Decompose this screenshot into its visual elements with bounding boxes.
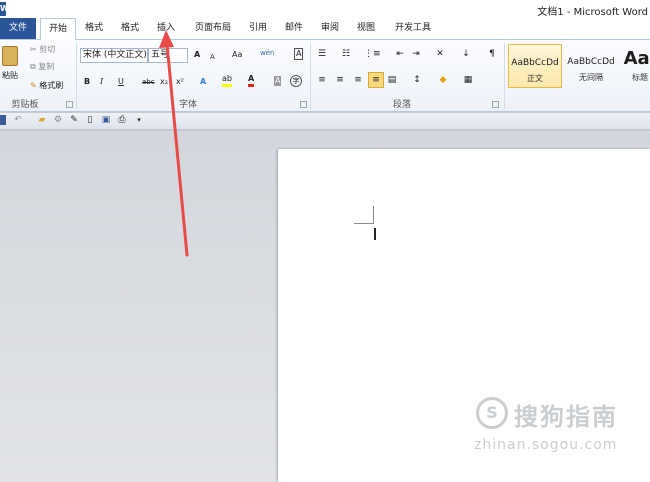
bold-button[interactable]: B [84, 76, 90, 88]
styles-group: AaBbCcDd 正文 AaBbCcDd 无间隔 AaI 标题 [506, 40, 650, 112]
new-document-icon[interactable]: ▯ [84, 114, 96, 126]
save-icon[interactable] [0, 115, 6, 125]
crop-mark-horizontal [354, 223, 374, 224]
paragraph-group: ☰ ☷ ⋮≡ ⇤ ⇥ ✕ ↓ ¶ ≡ ≡ ≡ ≡ ▤ ↕ ◆ ▦ 段落 [312, 40, 504, 112]
scissors-icon: ✂ [30, 45, 37, 54]
multilevel-list-icon[interactable]: ⋮≡ [364, 48, 381, 60]
paragraph-launcher-icon[interactable] [492, 101, 499, 108]
highlight-button[interactable]: ab [222, 74, 232, 87]
save-as-icon[interactable]: ▣ [100, 114, 112, 126]
group-divider [76, 43, 77, 109]
settings-icon[interactable]: ⚙ [52, 114, 64, 126]
font-group-label: 字体 [178, 100, 197, 110]
brush-icon: ✎ [30, 81, 37, 90]
font-group: 宋体 (中文正文) 五号 A A Aa wén A B I U abc x₂ x… [78, 40, 310, 112]
format-painter-label: 格式刷 [39, 81, 64, 90]
enclose-char-button[interactable]: 字 [290, 75, 302, 87]
grow-font-button[interactable]: A [194, 49, 200, 61]
shrink-font-button[interactable]: A [210, 51, 215, 63]
font-size-combo[interactable]: 五号 [148, 48, 188, 63]
italic-button[interactable]: I [100, 76, 103, 88]
edit-icon[interactable]: ✎ [68, 114, 80, 126]
style-normal[interactable]: AaBbCcDd 正文 [508, 44, 562, 88]
increase-indent-icon[interactable]: ⇥ [410, 48, 422, 60]
tab-format-1[interactable]: 格式 [80, 18, 108, 39]
char-border-button[interactable]: A [294, 48, 304, 60]
tab-references[interactable]: 引用 [244, 18, 272, 39]
style-name: 无间隔 [579, 73, 603, 82]
undo-icon[interactable]: ↶ [12, 114, 24, 126]
distributed-icon[interactable]: ▤ [386, 74, 398, 86]
document-area[interactable] [0, 131, 650, 482]
font-launcher-icon[interactable] [300, 101, 307, 108]
tab-developer[interactable]: 开发工具 [390, 18, 436, 39]
ribbon: 粘贴 ✂ 剪切 ⧉ 复制 ✎ 格式刷 剪贴板 宋体 (中文正文) 五号 A A … [0, 39, 650, 112]
style-sample: AaI [623, 48, 650, 69]
show-marks-icon[interactable]: ¶ [486, 48, 498, 60]
clipboard-launcher-icon[interactable] [66, 101, 73, 108]
phonetic-guide-button[interactable]: wén [260, 47, 274, 59]
paste-icon[interactable] [2, 46, 18, 66]
paragraph-group-label: 段落 [392, 100, 411, 110]
tab-home[interactable]: 开始 [40, 18, 76, 40]
text-effects-button[interactable]: A [200, 76, 206, 88]
customize-qat-icon[interactable]: ▾ [134, 114, 144, 126]
strikethrough-button[interactable]: abc [142, 76, 155, 88]
tab-file[interactable]: 文件 [0, 18, 36, 39]
open-folder-icon[interactable]: ▰ [36, 114, 48, 126]
title-bar: W 文档1 - Microsoft Word [0, 0, 650, 18]
tab-review[interactable]: 审阅 [316, 18, 344, 39]
shading-icon[interactable]: ◆ [436, 74, 450, 86]
print-preview-icon[interactable]: ⎙ [116, 114, 128, 126]
clipboard-group: 粘贴 ✂ 剪切 ⧉ 复制 ✎ 格式刷 剪贴板 [0, 40, 76, 112]
crop-mark-vertical [373, 206, 374, 224]
change-case-button[interactable]: Aa [232, 49, 242, 61]
numbering-icon[interactable]: ☷ [340, 48, 352, 60]
cut-button[interactable]: ✂ 剪切 [30, 44, 55, 56]
style-sample: AaBbCcDd [567, 57, 615, 67]
paste-button[interactable]: 粘贴 [2, 70, 18, 82]
window-title: 文档1 - Microsoft Word [537, 7, 648, 18]
font-color-button[interactable]: A [248, 74, 255, 87]
bullets-icon[interactable]: ☰ [316, 48, 328, 60]
format-painter-button[interactable]: ✎ 格式刷 [30, 80, 63, 92]
group-divider [310, 43, 311, 109]
underline-button[interactable]: U [118, 76, 124, 88]
tab-view[interactable]: 视图 [352, 18, 380, 39]
style-name: 标题 [632, 73, 648, 82]
ribbon-tabs: 文件 开始 格式 格式 插入 页面布局 引用 邮件 审阅 视图 开发工具 [0, 18, 650, 40]
tab-format-2[interactable]: 格式 [116, 18, 144, 39]
align-center-icon[interactable]: ≡ [334, 74, 346, 86]
justify-icon[interactable]: ≡ [368, 72, 384, 88]
subscript-button[interactable]: x₂ [160, 76, 168, 88]
style-no-spacing[interactable]: AaBbCcDd 无间隔 [564, 44, 618, 88]
sort-icon[interactable]: ↓ [460, 48, 472, 60]
chinese-layout-icon[interactable]: ✕ [432, 48, 448, 60]
cut-label: 剪切 [39, 45, 56, 54]
borders-icon[interactable]: ▦ [462, 74, 474, 86]
align-left-icon[interactable]: ≡ [316, 74, 328, 86]
group-divider [504, 43, 505, 109]
line-spacing-icon[interactable]: ↕ [410, 74, 424, 86]
document-page[interactable] [278, 149, 650, 482]
tab-page-layout[interactable]: 页面布局 [190, 18, 236, 39]
style-name: 正文 [527, 74, 543, 83]
copy-icon: ⧉ [30, 62, 36, 71]
style-sample: AaBbCcDd [511, 58, 559, 68]
font-name-combo[interactable]: 宋体 (中文正文) [80, 48, 148, 63]
quick-access-toolbar: ↶ ▰ ⚙ ✎ ▯ ▣ ⎙ ▾ [0, 113, 650, 130]
decrease-indent-icon[interactable]: ⇤ [394, 48, 406, 60]
tab-insert[interactable]: 插入 [152, 18, 180, 39]
align-right-icon[interactable]: ≡ [352, 74, 364, 86]
superscript-button[interactable]: x² [176, 76, 184, 88]
style-heading[interactable]: AaI 标题 [620, 44, 650, 88]
clipboard-group-label: 剪贴板 [11, 100, 39, 110]
text-cursor [374, 228, 376, 240]
copy-button[interactable]: ⧉ 复制 [30, 61, 54, 73]
char-shading-button[interactable]: A [274, 76, 282, 86]
tab-mailings[interactable]: 邮件 [280, 18, 308, 39]
copy-label: 复制 [38, 62, 55, 71]
word-app-icon[interactable]: W [0, 2, 9, 16]
